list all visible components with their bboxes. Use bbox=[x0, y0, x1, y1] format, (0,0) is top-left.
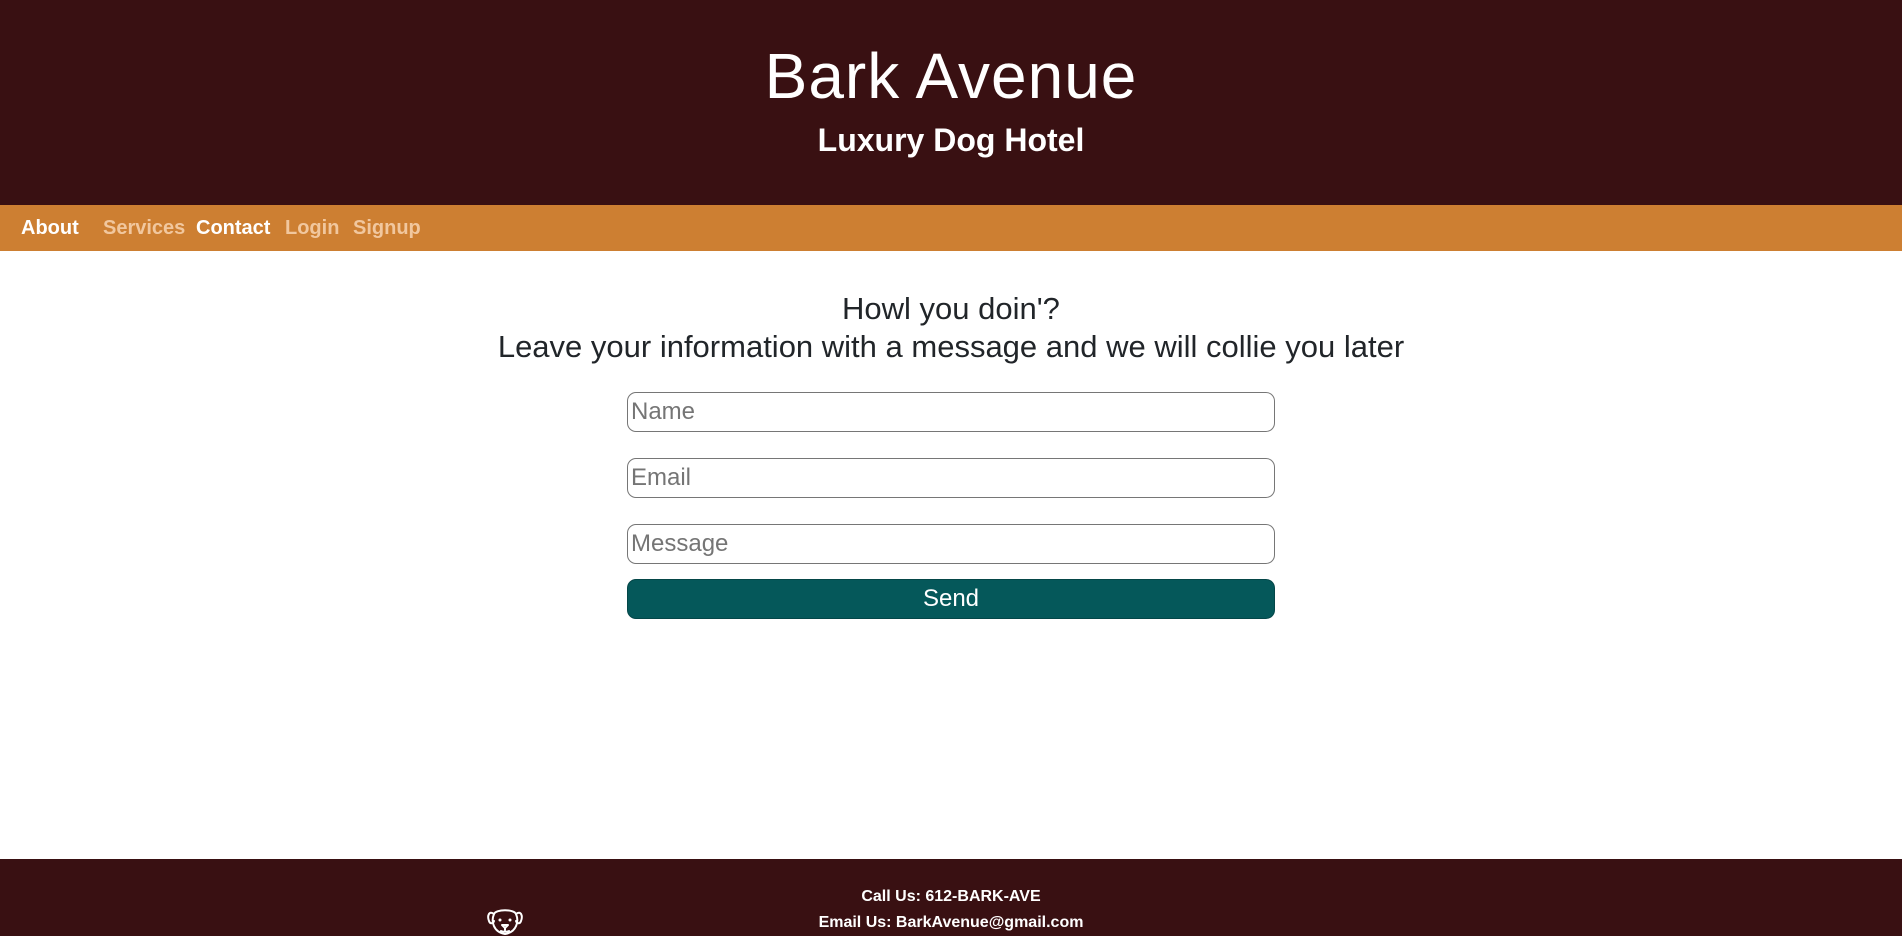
name-field[interactable] bbox=[627, 392, 1275, 432]
site-header: Bark Avenue Luxury Dog Hotel bbox=[0, 0, 1902, 205]
email-field[interactable] bbox=[627, 458, 1275, 498]
footer-email: Email Us: BarkAvenue@gmail.com bbox=[818, 914, 1084, 931]
message-field[interactable] bbox=[627, 524, 1275, 564]
nav-services[interactable]: Services bbox=[103, 205, 185, 251]
send-button[interactable]: Send bbox=[627, 579, 1275, 619]
site-title: Bark Avenue bbox=[764, 40, 1138, 112]
contact-heading-greeting: Howl you doin'? bbox=[842, 291, 1060, 326]
footer-phone: Call Us: 612-BARK-AVE bbox=[861, 888, 1041, 905]
contact-section: Howl you doin'? Leave your information w… bbox=[0, 251, 1902, 859]
nav-signup[interactable]: Signup bbox=[353, 205, 421, 251]
site-footer: Call Us: 612-BARK-AVE Email Us: BarkAven… bbox=[0, 859, 1902, 936]
nav-contact[interactable]: Contact bbox=[196, 205, 270, 251]
site-subtitle: Luxury Dog Hotel bbox=[817, 122, 1085, 158]
nav-about[interactable]: About bbox=[21, 205, 79, 251]
nav-login[interactable]: Login bbox=[285, 205, 339, 251]
contact-heading-instructions: Leave your information with a message an… bbox=[497, 329, 1405, 364]
main-nav: About Services Contact Login Signup bbox=[0, 205, 1902, 251]
